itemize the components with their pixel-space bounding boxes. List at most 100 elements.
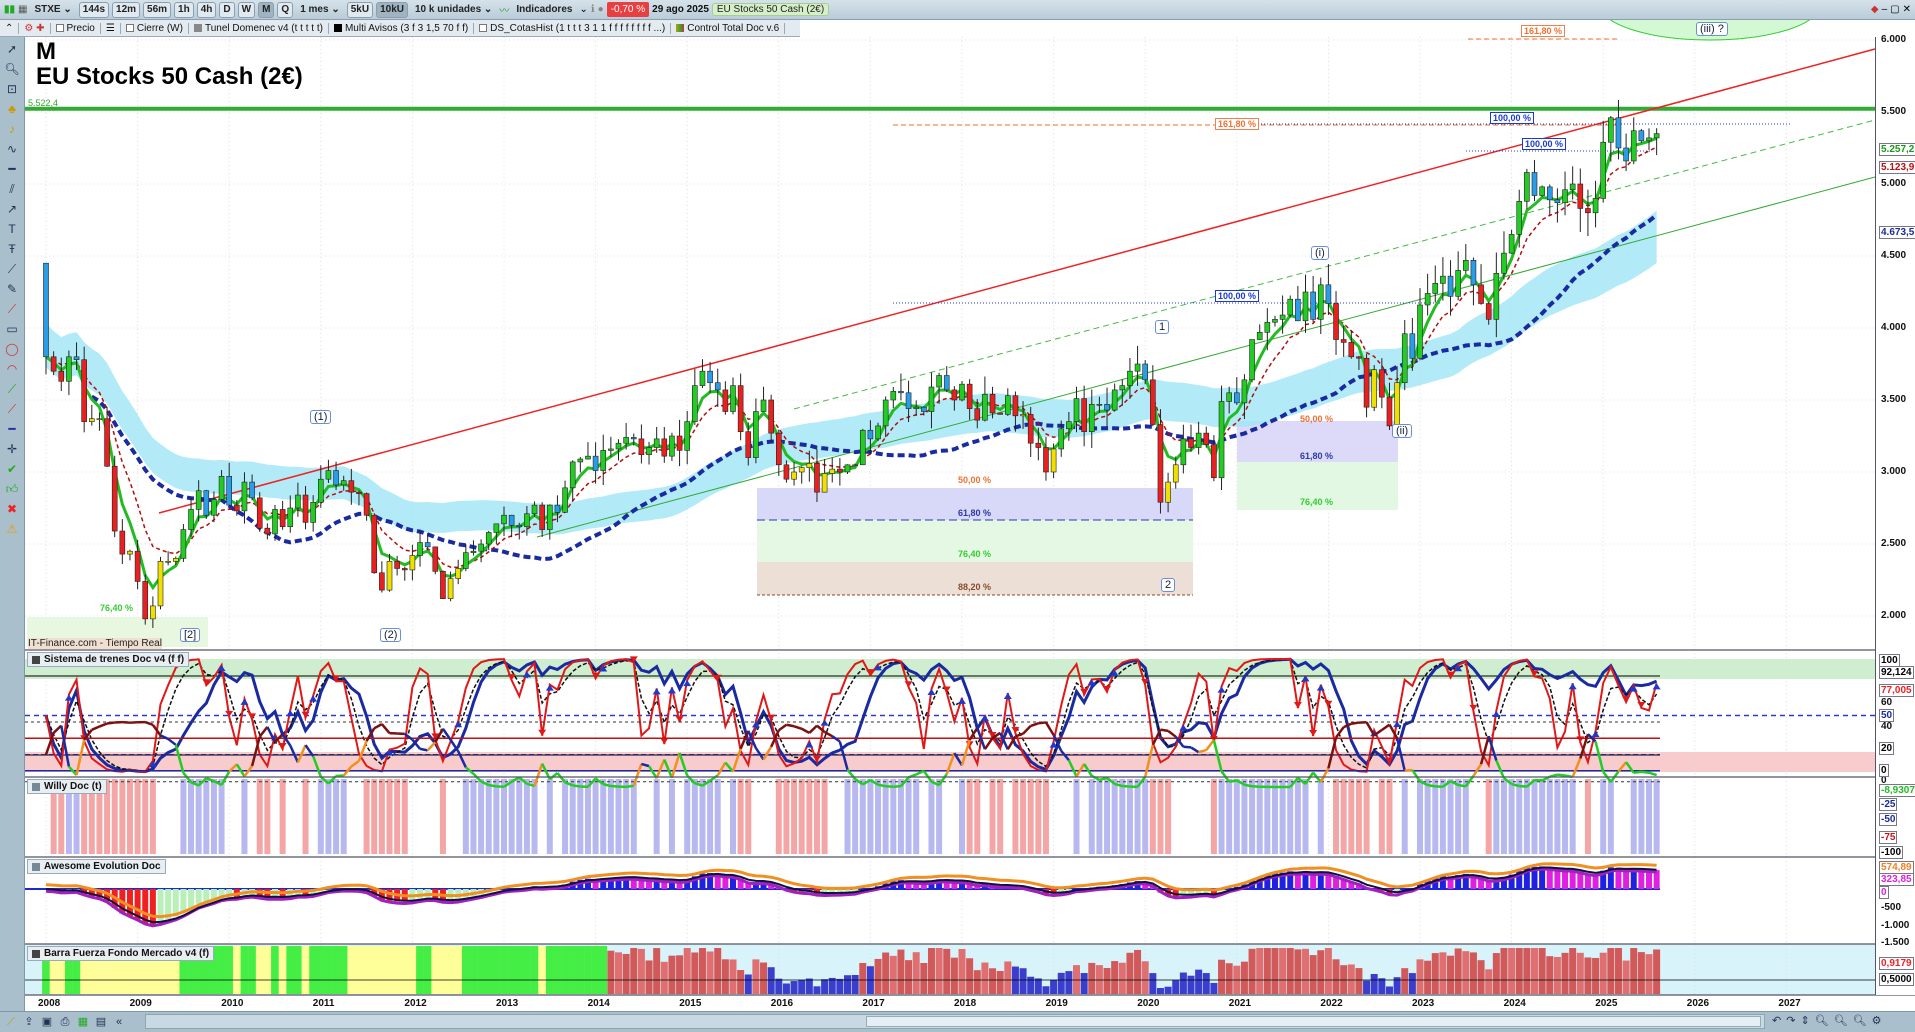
interval-m[interactable]: M bbox=[258, 1, 275, 18]
indicators-button[interactable]: Indicadores bbox=[512, 4, 576, 15]
units-selector[interactable]: 10 k unidades ⌄ bbox=[411, 4, 496, 15]
zoom-area-icon[interactable]: ⊡ bbox=[4, 81, 20, 97]
interval-q[interactable]: Q bbox=[277, 1, 294, 18]
candle-body bbox=[317, 478, 324, 503]
list-icon[interactable]: ☰ bbox=[101, 22, 121, 34]
settings-icon[interactable]: ⚙ bbox=[1872, 1014, 1882, 1027]
blue-line-icon[interactable]: ━ bbox=[4, 421, 20, 437]
autoscale-icon[interactable]: ⇕ bbox=[1800, 1014, 1809, 1027]
cross-icon[interactable]: ✛ bbox=[4, 441, 20, 457]
barra-bar bbox=[1286, 948, 1294, 994]
pencil-icon[interactable]: ✎ bbox=[4, 281, 20, 297]
share-icon[interactable]: ⇪ bbox=[22, 1015, 36, 1029]
ray-icon[interactable]: ↗ bbox=[4, 201, 20, 217]
red-line-icon[interactable]: ⟋ bbox=[4, 401, 20, 417]
symbol-selector[interactable]: STXE ⌄ bbox=[30, 4, 75, 15]
scroll-start-icon[interactable]: « bbox=[112, 1015, 126, 1029]
arc-icon[interactable]: ◠ bbox=[4, 361, 20, 377]
interval-4h[interactable]: 4h bbox=[196, 1, 217, 18]
wave-label-a2[interactable]: 2 bbox=[1161, 578, 1176, 592]
info-icon[interactable]: ℹ bbox=[591, 4, 595, 15]
panel-label-willy[interactable]: Willy Doc (t) bbox=[27, 779, 107, 794]
interval-1h[interactable]: 1h bbox=[174, 1, 194, 18]
fib-100-a[interactable]: 100,00 % bbox=[1490, 112, 1535, 124]
willy-zone-bar bbox=[188, 779, 195, 854]
maximize-icon[interactable]: ▢ bbox=[1890, 4, 1899, 15]
wave-label-i[interactable]: (i) bbox=[1311, 246, 1329, 260]
chart-type-icon[interactable]: ▮▮ bbox=[4, 4, 15, 15]
barra-bar bbox=[1630, 948, 1638, 994]
zoom-reset-icon[interactable]: 🔍︎ bbox=[1853, 1014, 1867, 1027]
fib-161-top[interactable]: 161,80 % bbox=[1521, 25, 1566, 37]
warning-icon[interactable]: ⚠ bbox=[4, 521, 20, 537]
save-icon[interactable]: ▣ bbox=[40, 1015, 54, 1029]
draw-icon[interactable]: ⟋ bbox=[4, 1015, 18, 1029]
green-line-icon[interactable]: ⟋ bbox=[4, 381, 20, 397]
indicator-tunel[interactable]: Tunel Domenec v4 (t t t t t) bbox=[189, 22, 329, 34]
text-icon[interactable]: T bbox=[4, 221, 20, 237]
indicator-precio[interactable]: Precio bbox=[51, 22, 101, 34]
interval-12m[interactable]: 12m bbox=[112, 1, 141, 18]
horizontal-line-icon[interactable]: ━ bbox=[4, 161, 20, 177]
rectangle-icon[interactable]: ▭ bbox=[4, 321, 20, 337]
wave-label-a1[interactable]: 1 bbox=[1155, 320, 1170, 334]
alarm-icon[interactable]: ♣ bbox=[4, 101, 20, 117]
check-icon[interactable]: ✔ bbox=[4, 461, 20, 477]
thumbs-up-icon[interactable]: 👍︎ bbox=[4, 481, 20, 497]
barra-bar bbox=[790, 981, 798, 994]
zoom-in-icon[interactable]: 🔍︎ bbox=[1834, 1014, 1848, 1027]
measure-icon[interactable]: ⟋ bbox=[4, 261, 20, 277]
wave-label-1[interactable]: (1) bbox=[310, 410, 332, 424]
wave-label-ii[interactable]: (ii) bbox=[1392, 424, 1413, 438]
pointer-icon[interactable]: ➚ bbox=[4, 41, 20, 57]
checkbox-icon[interactable] bbox=[125, 24, 134, 32]
trendline-icon[interactable]: ⟋ bbox=[4, 301, 20, 317]
print-icon[interactable]: ⎙ bbox=[58, 1015, 72, 1029]
layout-icon[interactable]: ▦ bbox=[18, 4, 27, 15]
interval-56m[interactable]: 56m bbox=[143, 1, 172, 18]
channel-icon[interactable]: ⫽ bbox=[4, 181, 20, 197]
zoom-icon[interactable]: 🔍︎ bbox=[4, 61, 20, 77]
minimize-icon[interactable]: – bbox=[1882, 4, 1888, 15]
panel-label-barra[interactable]: Barra Fuerza Fondo Mercado v4 (f) bbox=[27, 946, 215, 961]
period-selector[interactable]: 1 mes ⌄ bbox=[296, 4, 344, 15]
time-scrollbar[interactable] bbox=[145, 1014, 1765, 1029]
collapse-icon[interactable]: ⌃ bbox=[0, 22, 20, 34]
text-box-icon[interactable]: Ŧ bbox=[4, 241, 20, 257]
undo-icon[interactable]: ↶ bbox=[1772, 1014, 1781, 1027]
indicator-control-total[interactable]: Control Total Doc v.6 bbox=[671, 22, 786, 34]
indicator-tools-icons[interactable]: ⚙ ✚ bbox=[19, 22, 51, 34]
units-10ku[interactable]: 10kU bbox=[376, 1, 408, 18]
close-icon[interactable]: ✕ bbox=[1903, 4, 1915, 15]
ellipse-icon[interactable]: ◯ bbox=[4, 341, 20, 357]
indicator-multi-avisos[interactable]: Multi Avisos (3 f 3 1,5 70 f f) bbox=[329, 22, 475, 34]
panel-label-trenes[interactable]: Sistema de trenes Doc v4 (f f) bbox=[27, 652, 190, 667]
willy-zone-bar bbox=[1027, 779, 1034, 854]
bell-icon[interactable]: ♪ bbox=[4, 121, 20, 137]
interval-144s[interactable]: 144s bbox=[78, 1, 110, 18]
export-icon[interactable]: ▤ bbox=[94, 1015, 108, 1029]
wave-label-2[interactable]: (2) bbox=[380, 628, 402, 642]
redo-icon[interactable]: ↷ bbox=[1786, 1014, 1795, 1027]
fib-100-c[interactable]: 100,00 % bbox=[1215, 290, 1260, 302]
interval-d[interactable]: D bbox=[219, 1, 235, 18]
template-icon[interactable]: ▦ bbox=[76, 1015, 90, 1029]
indicators-dropdown-icon[interactable]: ⌄ bbox=[579, 4, 587, 15]
indicator-ds-cotashist[interactable]: DS_CotasHist (1 t t t 3 1 1 f f f f f f … bbox=[474, 22, 672, 34]
fibonacci-icon[interactable]: ∿ bbox=[4, 141, 20, 157]
wave-label-2-bracket[interactable]: [2] bbox=[180, 628, 201, 642]
scrollbar-thumb[interactable] bbox=[866, 1016, 1761, 1027]
checkbox-icon[interactable] bbox=[55, 24, 64, 32]
checkbox-icon[interactable] bbox=[479, 24, 488, 32]
wave-label-iii[interactable]: (iii) ? bbox=[1696, 22, 1728, 36]
units-5ku[interactable]: 5kU bbox=[346, 1, 374, 18]
panel-label-awesome[interactable]: Awesome Evolution Doc bbox=[27, 859, 166, 874]
candle-body bbox=[722, 389, 729, 412]
fib-161-mid[interactable]: 161,80 % bbox=[1215, 118, 1260, 130]
indicator-cierre[interactable]: Cierre (W) bbox=[121, 22, 189, 34]
zoom-out-icon[interactable]: 🔍︎ bbox=[1815, 1014, 1829, 1027]
fib-100-b[interactable]: 100,00 % bbox=[1522, 138, 1567, 150]
delete-icon[interactable]: ✖ bbox=[4, 501, 20, 517]
interval-w[interactable]: W bbox=[237, 1, 256, 18]
barra-background-bar bbox=[599, 946, 608, 994]
